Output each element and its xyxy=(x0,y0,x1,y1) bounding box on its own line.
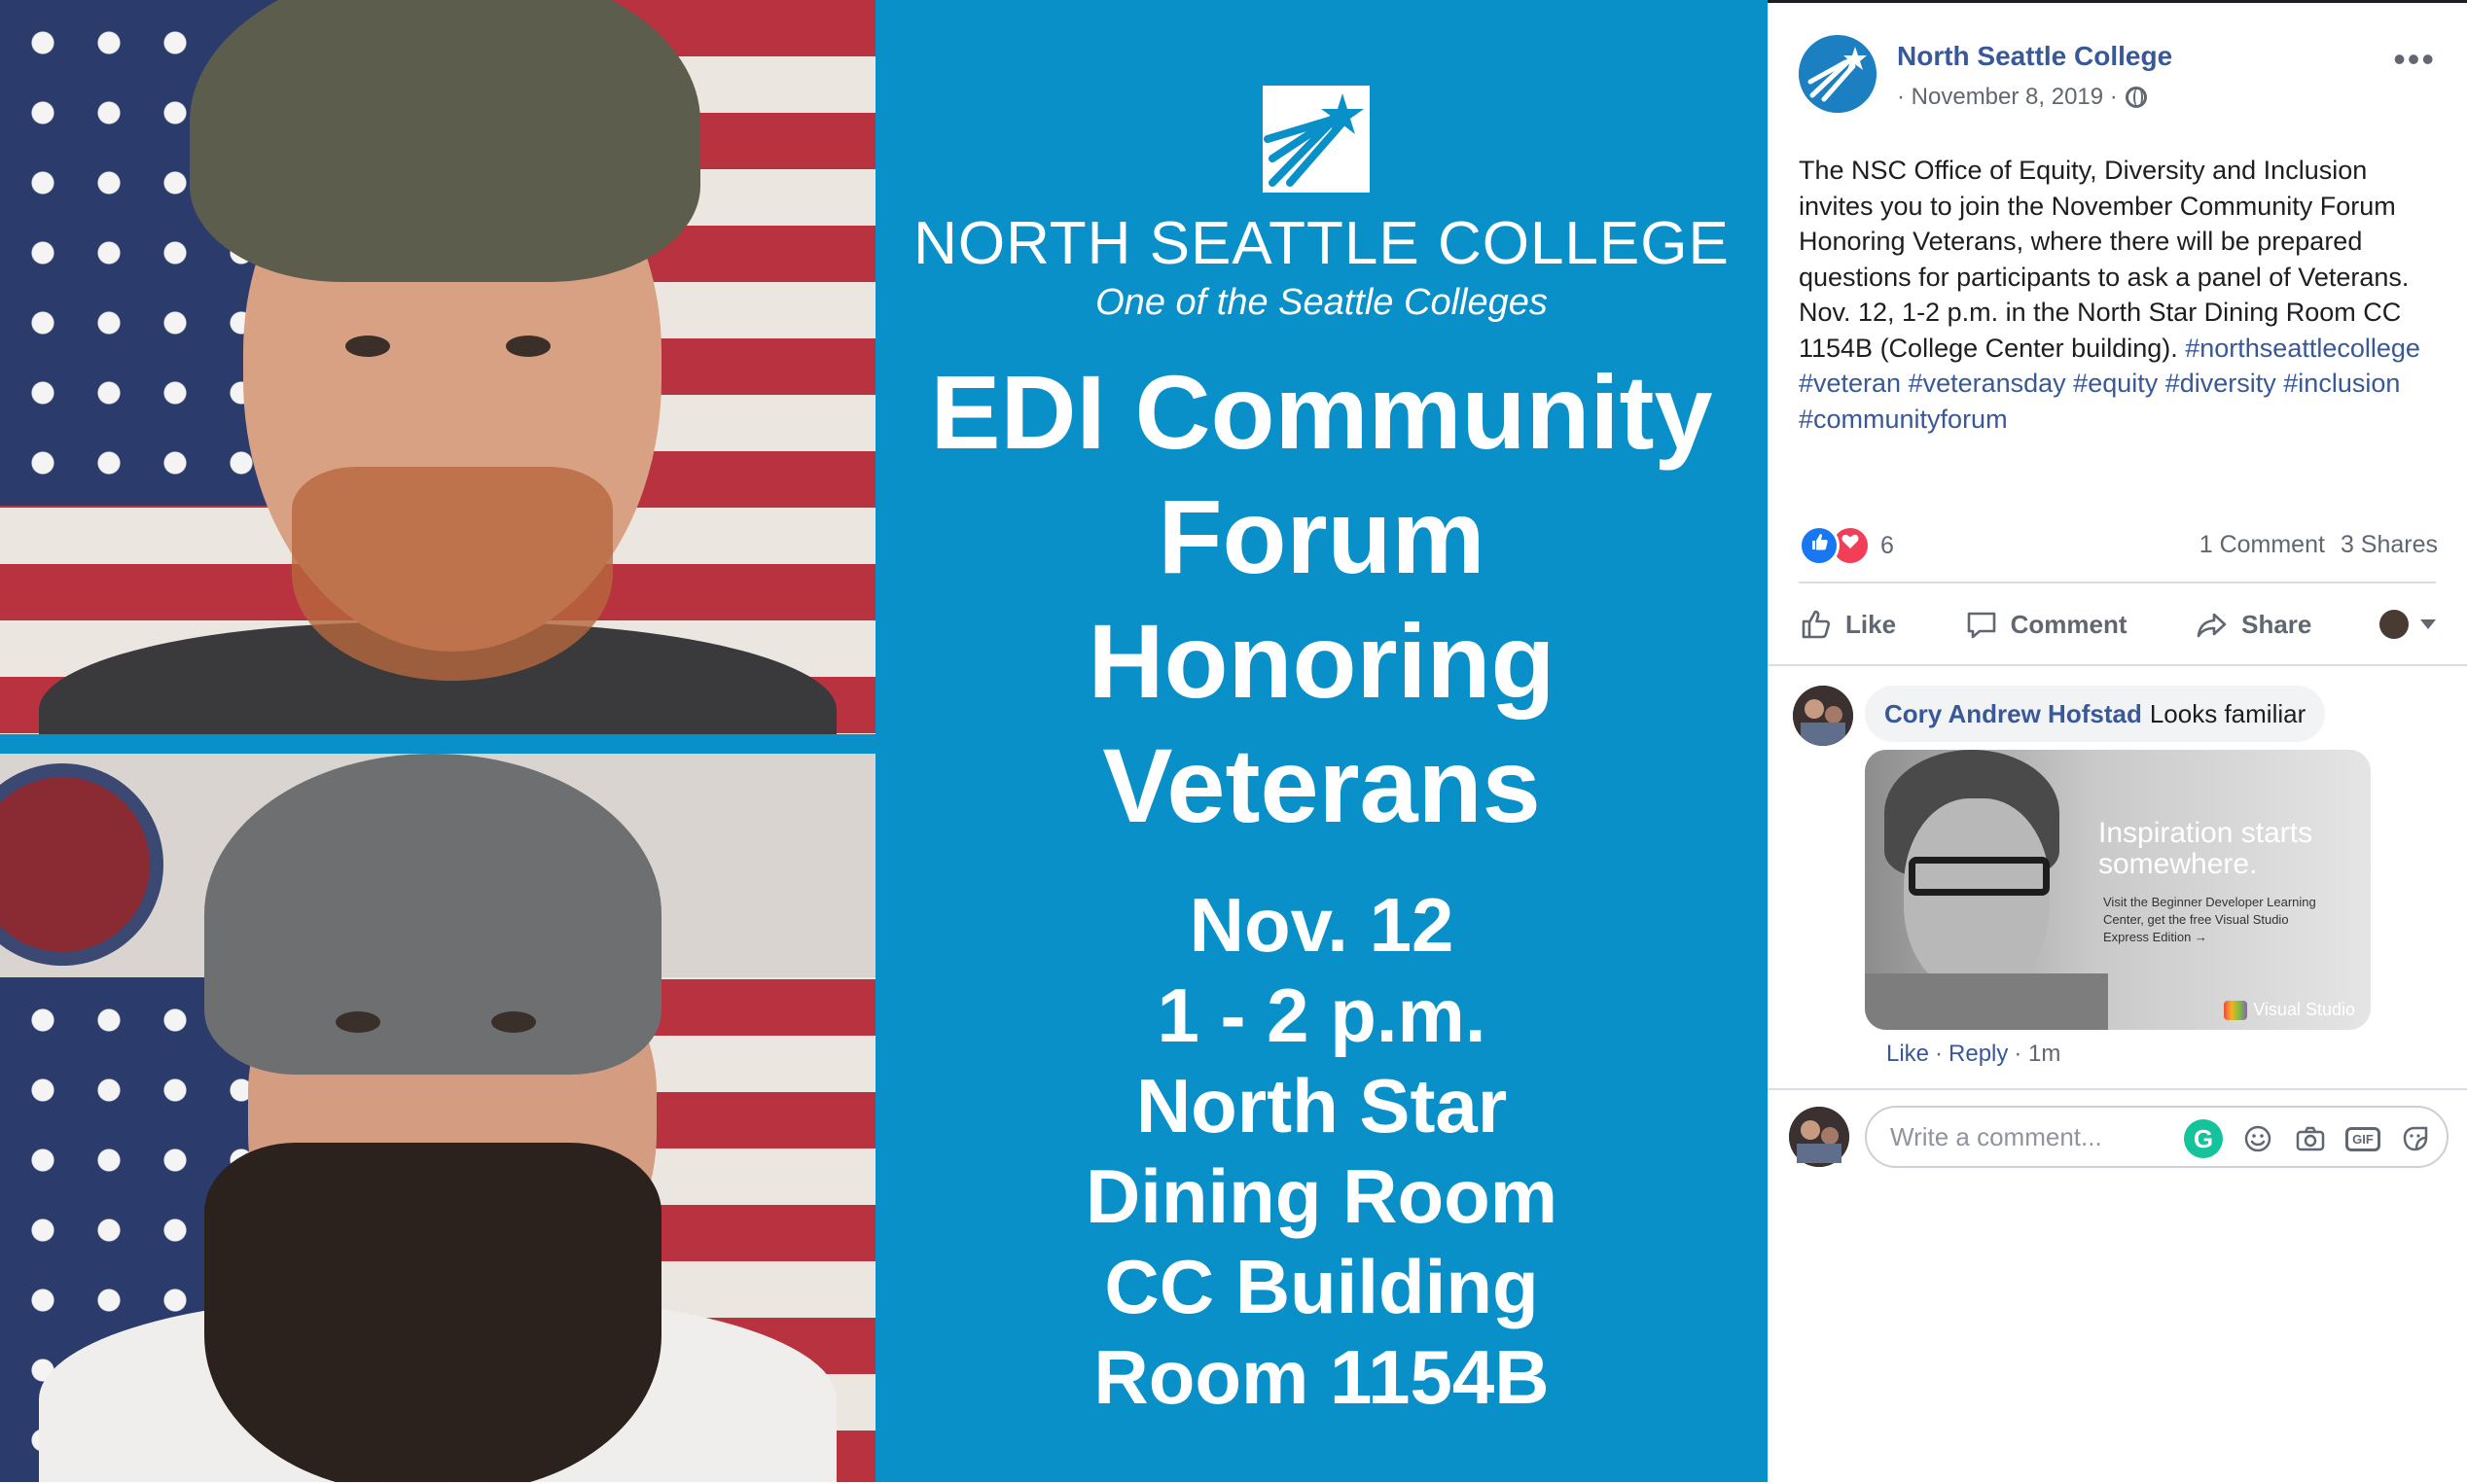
top-border xyxy=(1768,0,2467,3)
comment-text: Looks familiar xyxy=(2149,698,2306,728)
post-as-selector[interactable] xyxy=(2378,610,2436,639)
sticker-icon[interactable] xyxy=(2398,1121,2433,1156)
person-eye xyxy=(506,336,551,357)
brand-name: Visual Studio xyxy=(2253,1000,2355,1019)
like-button[interactable]: Like xyxy=(1799,607,1896,642)
person-beard-lower xyxy=(263,1298,574,1482)
comment-button[interactable]: Comment xyxy=(1964,607,2127,642)
comment-icon xyxy=(1967,612,1995,639)
divider xyxy=(1799,582,2436,583)
comment-actions: Like · Reply · 1m xyxy=(1886,1041,2060,1068)
user-avatar xyxy=(2378,610,2409,639)
veteran-photo-top xyxy=(0,0,876,734)
gif-label: GIF xyxy=(2345,1126,2380,1151)
page-name-link[interactable]: North Seattle College xyxy=(1897,41,2172,72)
event-poster: NORTH SEATTLE COLLEGE One of the Seattle… xyxy=(876,0,1768,1482)
college-logo-icon xyxy=(1263,86,1370,193)
share-icon xyxy=(2197,613,2227,638)
headline-line: Veterans xyxy=(1102,726,1541,844)
post-date[interactable]: · November 8, 2019 · xyxy=(1897,84,2118,111)
patch-emblem xyxy=(0,763,163,966)
emoji-icon[interactable] xyxy=(2240,1121,2275,1156)
headline-line: Forum xyxy=(1158,477,1485,595)
like-label: Like xyxy=(1845,609,1897,639)
comment-bubble: Cory Andrew Hofstad Looks familiar xyxy=(1865,686,2326,742)
college-name: NORTH SEATTLE COLLEGE xyxy=(913,210,1730,277)
more-options-icon[interactable]: ••• xyxy=(2393,39,2436,80)
detail-line: Room 1154B xyxy=(1093,1334,1550,1420)
person-beard xyxy=(292,467,613,681)
comment-reply-link[interactable]: Reply xyxy=(1949,1041,2008,1068)
person-eye xyxy=(491,1011,536,1033)
poster-headline: EDI Community Forum Honoring Veterans xyxy=(876,350,1768,848)
divider xyxy=(1768,1088,2467,1090)
college-tagline: One of the Seattle Colleges xyxy=(1095,282,1548,323)
facebook-post-panel: North Seattle College · November 8, 2019… xyxy=(1768,0,2467,1484)
portrait-face xyxy=(1904,798,2050,993)
veteran-photo-bottom: ✦ ✦ xyxy=(0,754,876,1482)
post-actions: Like Comment Share xyxy=(1799,595,2436,654)
visual-studio-logo-icon xyxy=(2224,1000,2248,1020)
commenter-avatar[interactable] xyxy=(1793,686,1853,746)
person-eye xyxy=(336,1011,380,1033)
reaction-count: 6 xyxy=(1880,531,1894,559)
engagement-counts: 1 Comment 3 Shares xyxy=(2199,531,2438,559)
detail-line: 1 - 2 p.m. xyxy=(1157,972,1486,1058)
shares-count-link[interactable]: 3 Shares xyxy=(2341,531,2438,559)
post-body: The NSC Office of Equity, Diversity and … xyxy=(1799,156,2410,363)
like-reaction-icon xyxy=(1799,525,1840,566)
detail-line: Dining Room xyxy=(1085,1153,1558,1239)
person-cap xyxy=(190,0,700,282)
comments-count-link[interactable]: 1 Comment xyxy=(2199,531,2325,559)
portrait-shirt xyxy=(1865,973,2108,1030)
post-text: The NSC Office of Equity, Diversity and … xyxy=(1799,153,2441,437)
visual-studio-brand: Visual Studio xyxy=(2224,1000,2355,1020)
comment-label: Comment xyxy=(2010,609,2127,639)
detail-line: Nov. 12 xyxy=(1189,882,1454,968)
comment-author-link[interactable]: Cory Andrew Hofstad xyxy=(1884,699,2142,729)
share-button[interactable]: Share xyxy=(2195,607,2311,642)
separator: · xyxy=(1935,1041,1944,1067)
chevron-down-icon xyxy=(2419,619,2436,629)
comment-image[interactable]: Inspiration starts somewhere. Visit the … xyxy=(1865,750,2371,1030)
comment-time[interactable]: · 1m xyxy=(2014,1041,2060,1068)
comment-like-link[interactable]: Like xyxy=(1886,1041,1929,1068)
portrait-glasses xyxy=(1909,857,2050,896)
globe-icon xyxy=(2125,87,2147,108)
ad-subtext: Visit the Beginner Developer Learning Ce… xyxy=(2103,895,2316,944)
post-meta: · November 8, 2019 · xyxy=(1897,84,2147,111)
composer-icons: G GIF xyxy=(2184,1119,2433,1158)
detail-line: CC Building xyxy=(1104,1244,1539,1329)
current-user-avatar[interactable] xyxy=(1789,1107,1849,1167)
headline-line: EDI Community xyxy=(930,353,1713,471)
person-beanie xyxy=(204,754,661,1075)
person-eye xyxy=(345,336,390,357)
comments-section: Cory Andrew Hofstad Looks familiar Inspi… xyxy=(1768,664,2467,1484)
ad-headline: Inspiration starts somewhere. xyxy=(2098,817,2313,880)
reactions-summary[interactable]: 6 xyxy=(1799,525,1894,566)
headline-line: Honoring xyxy=(1088,602,1555,720)
photo-collage: ✦ ✦ xyxy=(0,0,876,1482)
detail-line: North Star xyxy=(1135,1063,1508,1148)
camera-icon[interactable] xyxy=(2293,1121,2328,1156)
comment-input[interactable] xyxy=(1888,1120,2145,1153)
page-avatar[interactable] xyxy=(1799,35,1877,113)
thumbs-up-icon xyxy=(1802,610,1831,639)
poster-details: Nov. 12 1 - 2 p.m. North Star Dining Roo… xyxy=(876,880,1768,1423)
comment-composer: G GIF xyxy=(1865,1106,2449,1168)
grammarly-icon[interactable]: G xyxy=(2184,1119,2223,1158)
share-label: Share xyxy=(2241,609,2312,639)
gif-icon[interactable]: GIF xyxy=(2345,1121,2380,1156)
